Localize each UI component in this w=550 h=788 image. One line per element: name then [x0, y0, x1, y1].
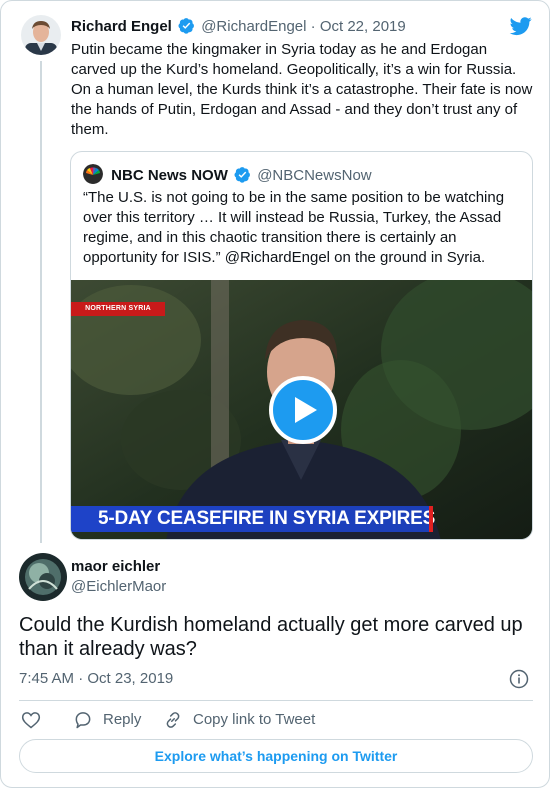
tweet-actions: Reply Copy link to Tweet — [19, 710, 539, 730]
info-icon[interactable] — [509, 669, 529, 689]
verified-badge-icon — [178, 18, 194, 34]
nbc-news-logo-icon — [83, 164, 103, 184]
explore-twitter-button[interactable]: Explore what’s happening on Twitter — [19, 739, 533, 773]
embedded-tweet-card: Richard Engel @RichardEngel · Oct 22, 20… — [0, 0, 550, 788]
reply-author-name[interactable]: maor eichler — [71, 558, 160, 576]
divider — [19, 700, 533, 701]
quoted-author-name[interactable]: NBC News NOW — [111, 167, 228, 184]
reply-timestamp[interactable]: 7:45 AM · Oct 23, 2019 — [19, 669, 173, 689]
parent-tweet-date[interactable]: Oct 22, 2019 — [320, 18, 406, 35]
video-chyron: 5-DAY CEASEFIRE IN SYRIA EXPIRES — [71, 506, 436, 532]
video-player[interactable]: NORTHERN SYRIA 5-DAY CEASEFIRE IN SYRIA … — [71, 280, 532, 539]
parent-author-name[interactable]: Richard Engel — [71, 18, 172, 35]
parent-tweet-text: Putin became the kingmaker in Syria toda… — [71, 41, 533, 138]
maor-eichler-avatar[interactable] — [19, 553, 67, 601]
reply-label: Reply — [103, 711, 142, 728]
quoted-author-handle[interactable]: @NBCNewsNow — [257, 167, 371, 184]
twitter-bird-icon[interactable] — [509, 15, 533, 37]
reply-tweet-text: Could the Kurdish homeland actually get … — [19, 614, 523, 660]
quoted-tweet-text: “The U.S. is not going to be in the same… — [83, 189, 505, 266]
video-location-tag: NORTHERN SYRIA — [71, 302, 165, 316]
link-icon — [166, 712, 180, 728]
thread-connector-line — [40, 61, 42, 543]
video-chyron-text: 5-DAY CEASEFIRE IN SYRIA EXPIRES — [98, 508, 436, 529]
quoted-tweet-header: NBC News NOW @NBCNewsNow — [83, 164, 372, 186]
play-icon — [295, 397, 317, 423]
chyron-accent-bar — [429, 506, 433, 532]
reply-bubble-icon — [75, 712, 91, 729]
heart-icon — [21, 712, 41, 729]
richard-engel-avatar[interactable] — [21, 15, 61, 55]
header-separator: · — [310, 18, 316, 35]
copy-link-label: Copy link to Tweet — [193, 711, 316, 728]
parent-author-handle[interactable]: @RichardEngel — [201, 18, 306, 35]
verified-badge-icon — [234, 167, 250, 183]
parent-tweet-header: Richard Engel @RichardEngel · Oct 22, 20… — [71, 17, 406, 37]
copy-link-button[interactable]: Copy link to Tweet — [163, 710, 343, 730]
like-button[interactable] — [21, 710, 43, 730]
quoted-tweet-card[interactable]: NBC News NOW @NBCNewsNow “The U.S. is no… — [70, 151, 533, 540]
play-button[interactable] — [269, 376, 337, 444]
reply-author-handle[interactable]: @EichlerMaor — [71, 578, 166, 596]
reply-button[interactable]: Reply — [73, 710, 163, 730]
